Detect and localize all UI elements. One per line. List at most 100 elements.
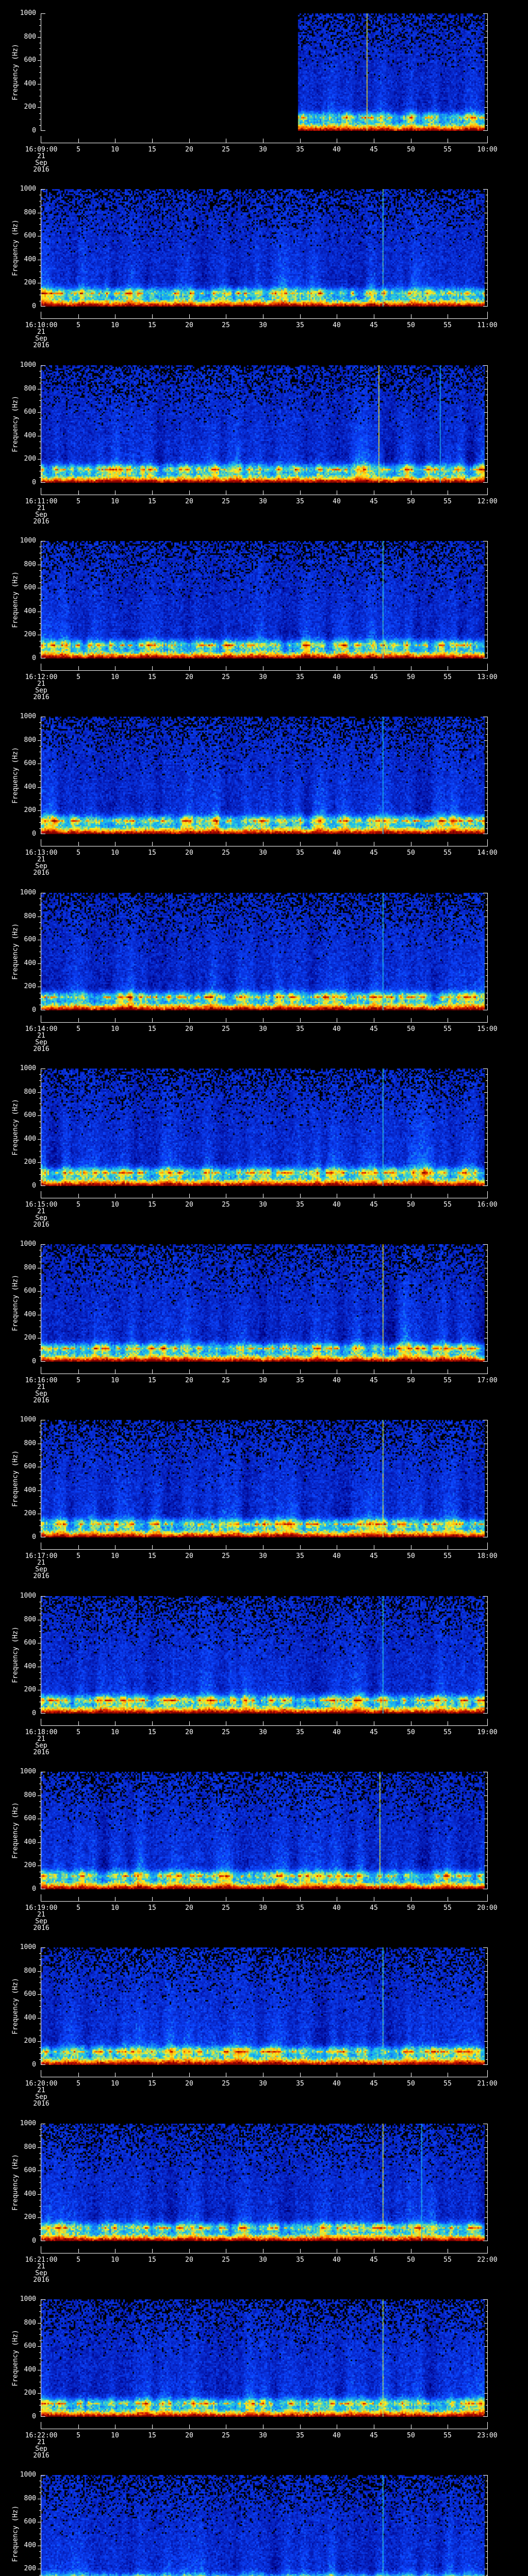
y-axis-tick <box>484 2194 487 2195</box>
y-tick-label: 800 <box>24 2495 36 2502</box>
y-axis-tick <box>486 1625 487 1626</box>
y-axis-tick <box>486 2539 487 2540</box>
y-axis-tick <box>486 218 487 219</box>
y-axis-tick <box>486 1777 487 1778</box>
date-label: 2016 <box>33 2100 50 2108</box>
spectrogram-canvas <box>41 893 485 1010</box>
y-axis-end-tick <box>483 2064 488 2065</box>
y-axis-line-right <box>487 717 488 834</box>
date-label: 2016 <box>33 1045 50 1053</box>
y-axis-tick <box>486 1496 487 1497</box>
x-end-time-label: 20:00 <box>477 1904 498 1912</box>
y-axis-tick <box>486 2129 487 2130</box>
y-axis-line-right <box>487 1420 488 1537</box>
y-axis-end-tick <box>41 1185 45 1186</box>
x-end-time-label: 18:00 <box>477 1552 498 1560</box>
y-axis-tick <box>486 1660 487 1661</box>
y-axis-tick <box>486 781 487 782</box>
y-axis-title: Frequency (Hz) <box>11 571 20 628</box>
x-axis-tick <box>300 2073 301 2077</box>
y-axis-tick <box>39 957 41 958</box>
y-axis-tick <box>486 2182 487 2183</box>
y-axis-tick <box>486 1696 487 1697</box>
x-axis-tick <box>152 1545 153 1549</box>
x-axis-end-tick <box>487 1894 488 1901</box>
y-axis-end-tick <box>41 1596 45 1597</box>
y-axis-tick <box>39 1660 41 1661</box>
y-tick-label: 600 <box>24 1990 36 1998</box>
spectrogram-panel: Frequency (Hz) 0200400600800100051015202… <box>0 1934 528 2110</box>
spectrogram-canvas <box>41 365 485 483</box>
y-tick-label: 400 <box>24 607 36 615</box>
y-axis-tick <box>486 2557 487 2558</box>
y-axis-tick <box>39 224 41 225</box>
x-axis-end-tick <box>487 1367 488 1374</box>
y-tick-label: 600 <box>24 1111 36 1119</box>
y-axis-tick <box>486 1344 487 1345</box>
date-label: 2016 <box>33 2452 50 2460</box>
x-axis-tick <box>78 666 79 670</box>
y-axis-title: Frequency (Hz) <box>11 2505 20 2562</box>
y-axis-tick <box>486 2528 487 2529</box>
date-label: 2016 <box>33 1572 50 1580</box>
y-axis-tick <box>486 1080 487 1081</box>
y-axis-tick <box>486 2411 487 2412</box>
y-axis-line-right <box>487 13 488 131</box>
y-tick-label: 400 <box>24 1663 36 1670</box>
x-axis-tick <box>300 1018 301 1022</box>
y-axis-tick <box>486 1502 487 1503</box>
y-axis-tick <box>38 1139 41 1140</box>
y-axis-line-right <box>487 2299 488 2417</box>
x-end-time-label: 12:00 <box>477 498 498 505</box>
x-axis-end-tick <box>487 2422 488 2429</box>
y-tick-label: 0 <box>32 302 36 310</box>
y-axis-tick <box>39 570 41 571</box>
y-axis-tick <box>486 1437 487 1438</box>
y-tick-label: 400 <box>24 1311 36 1318</box>
y-axis-tick <box>486 1789 487 1790</box>
y-axis-end-tick <box>41 1713 45 1714</box>
x-axis-tick <box>115 2073 116 2077</box>
y-axis-tick <box>39 25 41 26</box>
x-axis-tick <box>300 666 301 670</box>
y-axis-tick <box>486 25 487 26</box>
y-axis-tick <box>486 799 487 800</box>
y-tick-label: 800 <box>24 561 36 568</box>
y-axis-tick <box>486 623 487 624</box>
y-axis-tick <box>486 1484 487 1485</box>
y-axis-tick <box>486 377 487 378</box>
x-axis-tick <box>300 1721 301 1725</box>
spectrogram-panel: Frequency (Hz) 0200400600800100051015202… <box>0 1758 528 1934</box>
y-axis-tick <box>486 1672 487 1673</box>
y-axis-tick <box>38 1971 41 1972</box>
y-axis-tick <box>39 2551 41 2552</box>
y-axis-tick <box>486 224 487 225</box>
y-axis-tick <box>38 2147 41 2148</box>
y-tick-label: 200 <box>24 2565 36 2572</box>
x-axis-tick <box>152 1721 153 1725</box>
y-tick-label: 200 <box>24 631 36 638</box>
y-axis-tick <box>484 1162 487 1163</box>
y-axis-tick <box>484 810 487 811</box>
y-axis-tick <box>39 1332 41 1333</box>
x-axis-tick <box>115 490 116 495</box>
y-axis-tick <box>486 277 487 278</box>
x-axis-tick <box>78 842 79 846</box>
y-axis-end-tick <box>483 1361 488 1362</box>
y-tick-label: 200 <box>24 103 36 111</box>
x-axis-tick <box>300 2249 301 2253</box>
y-axis-tick <box>39 775 41 776</box>
y-tick-label: 0 <box>32 2237 36 2245</box>
y-axis-tick <box>39 582 41 583</box>
y-tick-label: 600 <box>24 1639 36 1647</box>
y-axis-end-tick <box>41 365 45 366</box>
y-tick-label: 400 <box>24 2014 36 2022</box>
y-axis-tick <box>486 119 487 120</box>
date-label: 2016 <box>33 1397 50 1404</box>
y-tick-label: 800 <box>24 2143 36 2151</box>
y-axis-tick <box>39 2305 41 2306</box>
y-axis-tick <box>39 265 41 266</box>
x-axis-tick <box>300 2425 301 2429</box>
y-axis-tick <box>484 1092 487 1093</box>
x-axis-end-tick <box>487 1543 488 1549</box>
